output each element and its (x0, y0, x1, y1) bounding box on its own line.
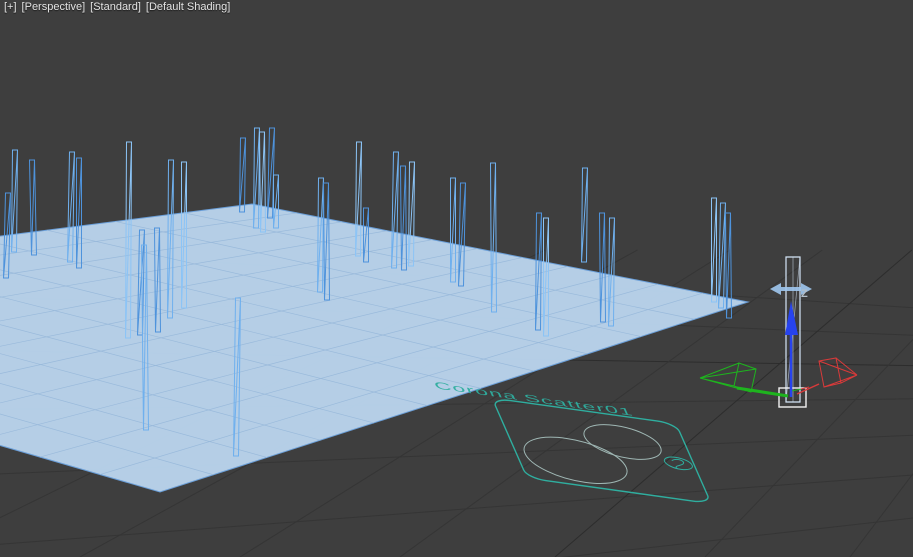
viewport-3d: [+] [Perspective] [Standard] [Default Sh… (0, 0, 913, 557)
y-axis-shaft[interactable] (736, 386, 789, 398)
z-axis-label: Z (801, 288, 808, 300)
grid-line (0, 474, 913, 545)
viewport-menu-renderer[interactable]: [Standard] (90, 1, 141, 13)
grid-line (849, 472, 913, 557)
viewport-label: [+] [Perspective] [Standard] [Default Sh… (4, 1, 230, 13)
viewport-menu-general[interactable]: [+] (4, 1, 17, 13)
viewport-menu-pov[interactable]: [Perspective] (22, 1, 86, 13)
viewport-menu-shading[interactable]: [Default Shading] (146, 1, 230, 13)
grid-line (561, 517, 913, 557)
scatter-helper-name-label: Corona Scatter01 (432, 380, 635, 419)
scatter-instance[interactable] (717, 202, 727, 309)
x-axis-arrowhead-icon[interactable] (818, 357, 858, 388)
viewport-canvas[interactable]: Corona Scatter01 Z (0, 0, 913, 557)
scatter-surface-plane[interactable] (0, 203, 750, 493)
z-axis-arrowhead-icon[interactable] (785, 301, 798, 335)
corona-scatter-helper[interactable]: Corona Scatter01 (432, 380, 711, 504)
scatter-gizmo-logo-mark (671, 459, 687, 471)
scatter-instance[interactable] (580, 167, 589, 263)
scatter-instance[interactable] (238, 137, 247, 213)
surface-plane-face[interactable] (0, 203, 750, 493)
scatter-gizmo-circle-small (577, 420, 667, 464)
scatter-instance[interactable] (711, 197, 717, 303)
scatter-gizmo-logo-ring (662, 455, 695, 471)
y-axis-arrowhead-icon[interactable] (699, 362, 757, 393)
